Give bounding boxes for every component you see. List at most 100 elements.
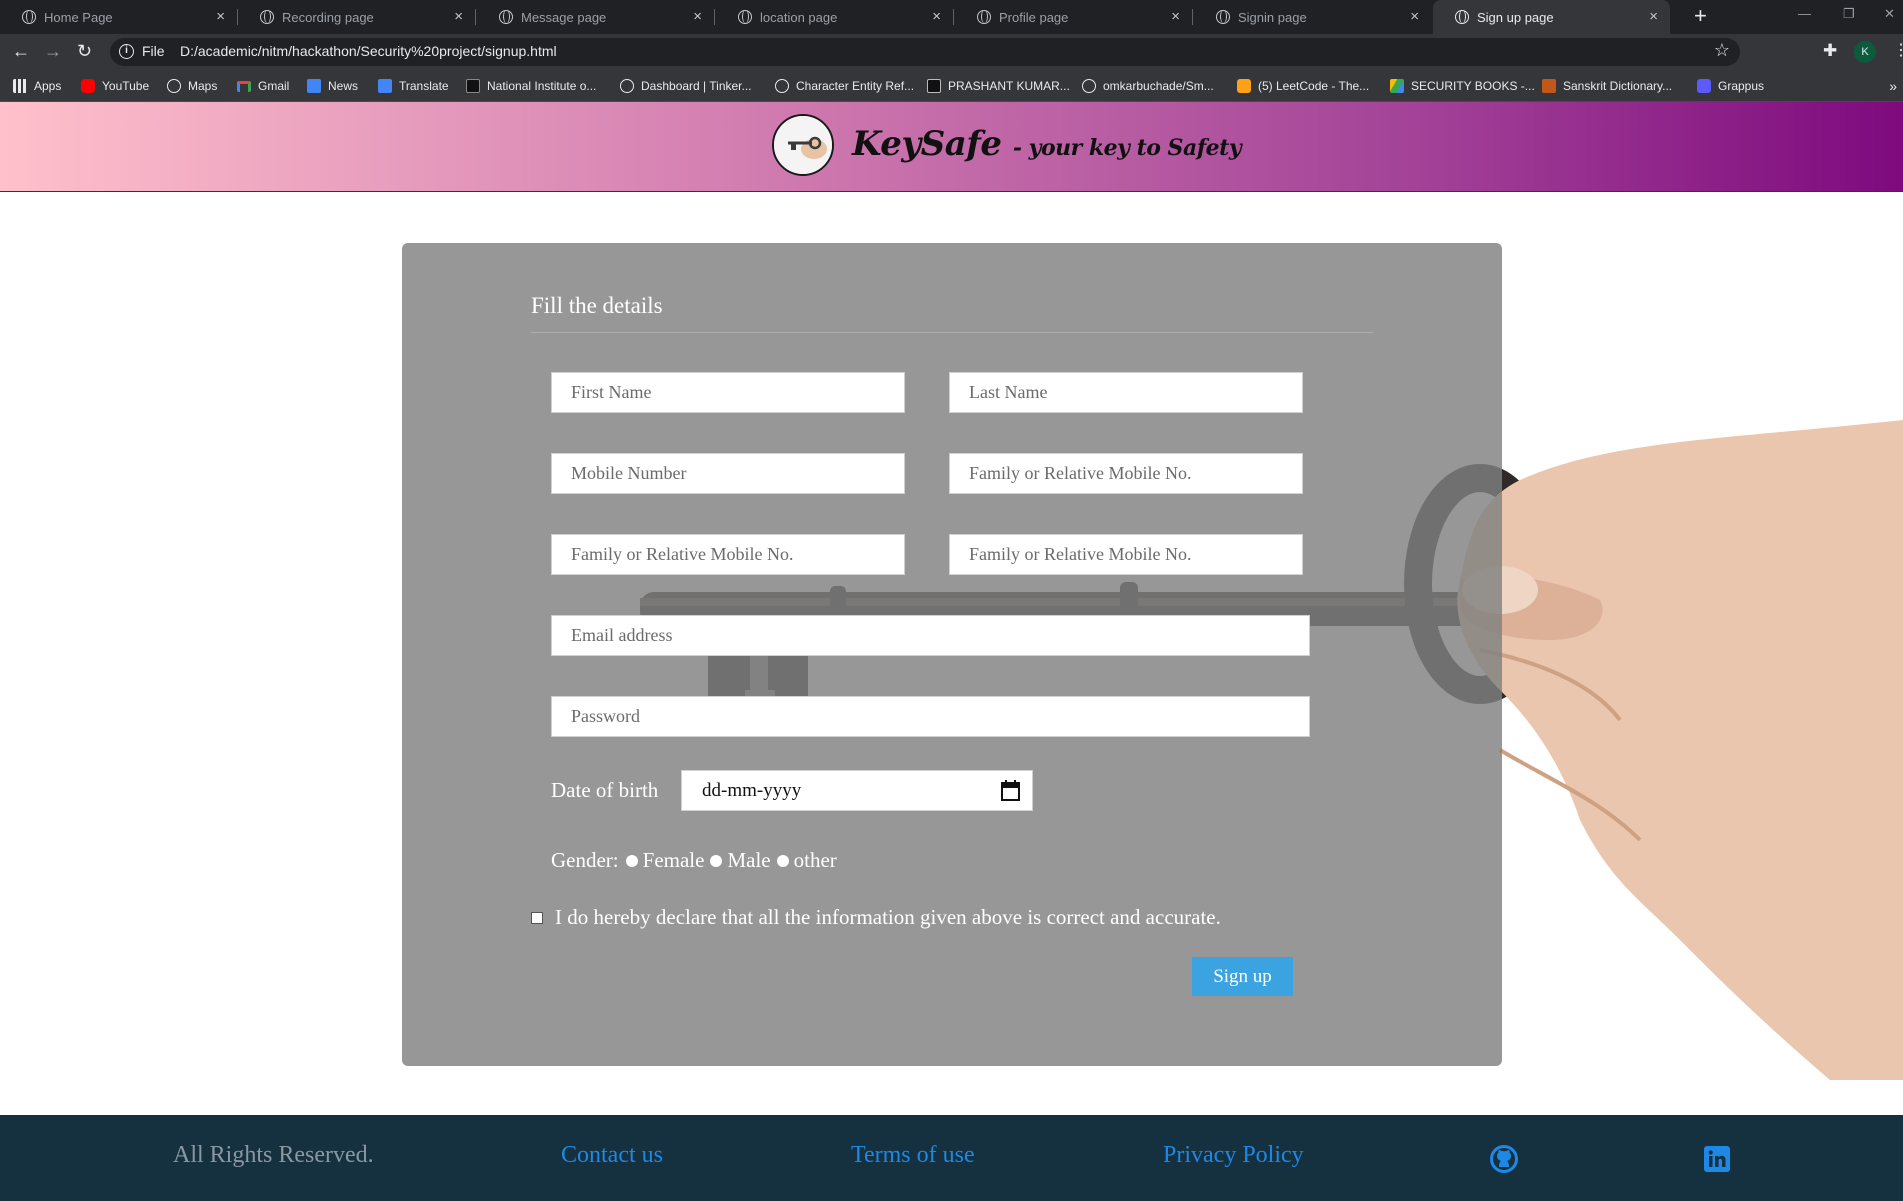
bookmark-label: SECURITY BOOKS -...: [1411, 79, 1535, 93]
tab-title: Sign up page: [1477, 9, 1554, 25]
bookmark-national-institute[interactable]: National Institute o...: [466, 76, 596, 96]
bookmarks-overflow-icon[interactable]: »: [1889, 78, 1897, 94]
apps-grid-icon: [13, 79, 27, 93]
bookmark-translate[interactable]: Translate: [378, 76, 449, 96]
tab-message-page[interactable]: Message page ×: [477, 0, 715, 34]
address-bar[interactable]: i File D:/academic/nitm/hackathon/Securi…: [110, 38, 1740, 66]
reload-icon[interactable]: ↻: [77, 40, 92, 62]
form-title-divider: [531, 332, 1373, 333]
minimize-icon[interactable]: —: [1798, 6, 1811, 21]
bookmark-gmail[interactable]: Gmail: [237, 76, 289, 96]
gender-female-label[interactable]: Female: [643, 848, 705, 873]
profile-avatar[interactable]: K: [1854, 41, 1876, 63]
email-input[interactable]: [551, 615, 1310, 656]
family-mobile-input-1[interactable]: [949, 453, 1303, 494]
copyright-text: All Rights Reserved.: [173, 1142, 374, 1168]
gender-male-label[interactable]: Male: [727, 848, 770, 873]
form-title: Fill the details: [531, 293, 663, 318]
restore-icon[interactable]: ❐: [1843, 6, 1855, 22]
bookmark-label: Character Entity Ref...: [796, 79, 915, 93]
bookmarks-bar: Apps YouTube Maps Gmail News Translate N…: [0, 70, 1903, 102]
globe-icon: [22, 10, 36, 24]
gender-male-radio[interactable]: [710, 854, 723, 867]
brand-name: KeySafe: [852, 124, 1002, 164]
tab-close-icon[interactable]: ×: [454, 9, 463, 25]
bookmark-maps[interactable]: Maps: [167, 76, 217, 96]
tab-location-page[interactable]: location page ×: [716, 0, 954, 34]
tab-close-icon[interactable]: ×: [1410, 9, 1419, 25]
terms-of-use-link[interactable]: Terms of use: [851, 1142, 975, 1169]
bookmark-character-entity[interactable]: Character Entity Ref...: [775, 76, 914, 96]
tab-separator: [714, 9, 715, 25]
password-input[interactable]: [551, 696, 1310, 737]
new-tab-button[interactable]: +: [1694, 4, 1707, 28]
bookmark-label: Sanskrit Dictionary...: [1563, 79, 1673, 93]
calendar-icon[interactable]: [1001, 780, 1020, 801]
bookmark-apps[interactable]: Apps: [13, 76, 61, 96]
tab-recording-page[interactable]: Recording page ×: [238, 0, 476, 34]
gmail-icon: [237, 80, 251, 92]
leetcode-icon: [1237, 79, 1251, 93]
family-mobile-input-2[interactable]: [551, 534, 905, 575]
globe-icon: [775, 79, 789, 93]
dob-placeholder: dd-mm-yyyy: [702, 780, 802, 801]
bookmark-label: PRASHANT KUMAR...: [948, 79, 1070, 93]
bookmark-star-icon[interactable]: ☆: [1714, 40, 1730, 61]
bookmark-grappus[interactable]: Grappus: [1697, 76, 1764, 96]
tab-close-icon[interactable]: ×: [1171, 9, 1180, 25]
menu-icon[interactable]: ⋮: [1893, 40, 1903, 62]
first-name-input[interactable]: [551, 372, 905, 413]
address-url[interactable]: D:/academic/nitm/hackathon/Security%20pr…: [180, 43, 557, 59]
tab-signup-page[interactable]: Sign up page ×: [1433, 0, 1670, 34]
linkedin-icon[interactable]: [1703, 1145, 1731, 1173]
bookmark-tinkercad[interactable]: Dashboard | Tinker...: [620, 76, 752, 96]
gender-female-radio[interactable]: [625, 854, 638, 867]
browser-tabstrip: Home Page × Recording page × Message pag…: [0, 0, 1903, 34]
youtube-icon: [81, 79, 95, 93]
contact-us-link[interactable]: Contact us: [561, 1142, 663, 1169]
bookmark-security-books[interactable]: SECURITY BOOKS -...: [1390, 76, 1535, 96]
window-close-icon[interactable]: ✕: [1884, 6, 1895, 22]
back-icon[interactable]: ←: [12, 40, 30, 62]
bookmark-label: omkarbuchade/Sm...: [1103, 79, 1214, 93]
globe-icon: [1455, 10, 1469, 24]
tab-title: location page: [760, 9, 838, 25]
bookmark-news[interactable]: News: [307, 76, 358, 96]
bookmark-leetcode[interactable]: (5) LeetCode - The...: [1237, 76, 1369, 96]
dob-input[interactable]: dd-mm-yyyy: [681, 770, 1033, 811]
tab-close-icon[interactable]: ×: [1649, 9, 1658, 25]
privacy-policy-link[interactable]: Privacy Policy: [1163, 1142, 1304, 1169]
bookmark-label: Gmail: [258, 79, 290, 93]
github-icon[interactable]: [1490, 1145, 1518, 1173]
bookmark-label: Dashboard | Tinker...: [641, 79, 752, 93]
declaration-checkbox[interactable]: [531, 911, 543, 924]
bookmark-sanskrit[interactable]: Sanskrit Dictionary...: [1542, 76, 1672, 96]
tab-close-icon[interactable]: ×: [932, 9, 941, 25]
tab-title: Home Page: [44, 9, 113, 25]
last-name-input[interactable]: [949, 372, 1303, 413]
bookmark-prashant[interactable]: PRASHANT KUMAR...: [927, 76, 1070, 96]
dob-label: Date of birth: [551, 778, 659, 802]
gender-other-label[interactable]: other: [794, 848, 837, 873]
extensions-icon[interactable]: ✚: [1823, 40, 1837, 62]
tab-close-icon[interactable]: ×: [216, 9, 225, 25]
tab-close-icon[interactable]: ×: [693, 9, 702, 25]
family-mobile-input-3[interactable]: [949, 534, 1303, 575]
gender-other-radio[interactable]: [776, 854, 789, 867]
bookmark-omkarbuchade[interactable]: omkarbuchade/Sm...: [1082, 76, 1214, 96]
forward-icon[interactable]: →: [44, 40, 62, 62]
mobile-number-input[interactable]: [551, 453, 905, 494]
tab-home-page[interactable]: Home Page ×: [0, 0, 238, 34]
bookmark-label: (5) LeetCode - The...: [1258, 79, 1370, 93]
brand-tagline: - your key to Safety: [1012, 135, 1242, 161]
globe-icon: [1082, 79, 1096, 93]
info-icon[interactable]: i: [119, 44, 134, 59]
grappus-icon: [1697, 79, 1711, 93]
signup-button[interactable]: Sign up: [1192, 957, 1293, 996]
tab-profile-page[interactable]: Profile page ×: [955, 0, 1193, 34]
tab-separator: [475, 9, 476, 25]
declaration-text: I do hereby declare that all the informa…: [555, 905, 1221, 929]
browser-toolbar: ← → ↻ i File D:/academic/nitm/hackathon/…: [0, 34, 1903, 70]
tab-signin-page[interactable]: Signin page ×: [1194, 0, 1431, 34]
bookmark-youtube[interactable]: YouTube: [81, 76, 149, 96]
